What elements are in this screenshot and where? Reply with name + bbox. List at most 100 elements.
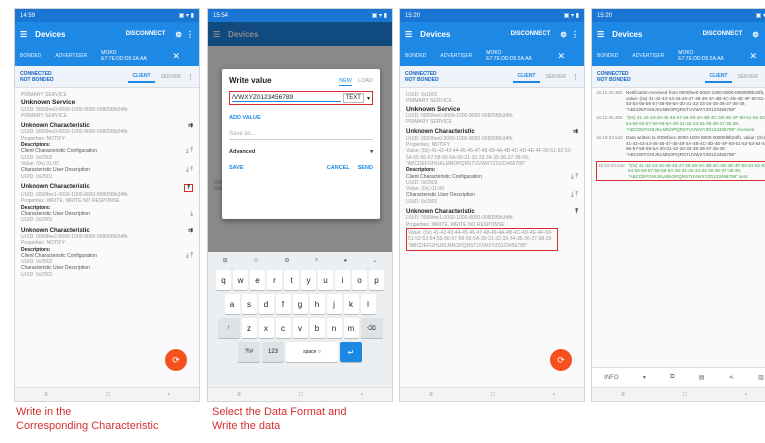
tab-client[interactable]: CLIENT [128,71,155,83]
more-icon[interactable]: ⋮ [187,73,194,81]
download-icon[interactable]: ⤓ [190,211,193,217]
menu-nav-icon[interactable]: ≡ [429,392,433,398]
key-u[interactable]: u [318,270,333,290]
key-c[interactable]: c [275,318,291,338]
notify-icon[interactable]: ⇉ [188,123,193,129]
key-v[interactable]: v [292,318,308,338]
home-icon[interactable]: □ [491,392,495,398]
download-icon[interactable]: ⤓ ⤒ [571,192,578,198]
scan-fab[interactable]: ⟳ [165,349,187,371]
key-l[interactable]: l [360,294,376,314]
characteristic-write[interactable]: Unknown Characteristic ⤒ [21,183,193,193]
menu-icon[interactable]: ☰ [597,30,604,39]
add-value-button[interactable]: ADD VALUE [229,115,373,121]
mic-icon[interactable]: ● [343,258,347,264]
close-icon[interactable]: ✕ [749,51,757,62]
search-icon[interactable]: ⌕ [315,257,318,264]
tab-device[interactable]: MOKO E7:7E:DD:D5:2A:AA [678,50,738,62]
disconnect-button[interactable]: DISCONNECT [126,31,166,37]
key-q[interactable]: q [216,270,231,290]
tab-bonded[interactable]: BONDED [405,53,426,59]
save-as-input[interactable]: Save as... [229,131,373,140]
key-b[interactable]: b [309,318,325,338]
download-icon[interactable]: ⤓ ⤒ [186,253,193,259]
key-s[interactable]: s [241,294,257,314]
more-icon[interactable]: ⋮ [571,30,579,39]
enter-key[interactable]: ↵ [340,342,362,362]
copy-icon[interactable]: ⧉ [670,374,674,381]
tab-new[interactable]: NEW [339,77,353,86]
tab-device[interactable]: MOKO E7:7E:DD:D5:2A:AA [486,50,546,62]
home-icon[interactable]: □ [299,392,303,398]
tab-client[interactable]: CLIENT [513,71,540,83]
key-n[interactable]: n [326,318,342,338]
chevron-down-icon[interactable]: ▾ [643,374,646,381]
tab-advertiser[interactable]: ADVERTISER [440,53,472,59]
emoji-icon[interactable]: ☺ [253,258,259,264]
value-input[interactable]: /VWXYZ0123456789 [232,94,341,102]
save-icon[interactable]: ▤ [699,374,705,381]
back-icon[interactable]: ‹ [361,392,363,398]
key-t[interactable]: t [284,270,299,290]
key-g[interactable]: g [292,294,308,314]
key-x[interactable]: x [258,318,274,338]
download-icon[interactable]: ⤓ ⤒ [186,148,193,154]
notify-icon[interactable]: ⇉ [188,228,193,234]
menu-icon[interactable]: ☰ [405,30,412,39]
tab-bonded[interactable]: BONDED [20,53,41,59]
bond-icon[interactable]: ⊜ [175,30,182,39]
key-k[interactable]: k [343,294,359,314]
tab-device[interactable]: MOKO E7:7E:DD:D5:2A:AA [101,50,161,62]
numbers-key[interactable]: 123 [262,342,284,362]
format-select[interactable]: TEXT [342,93,364,103]
back-icon[interactable]: ‹ [168,392,170,398]
tab-server[interactable]: SERVER [732,72,764,82]
advanced-toggle[interactable]: Advanced ▾ [229,149,373,155]
share-icon[interactable]: ⋖ [729,374,734,381]
shift-key[interactable]: ↑ [217,318,240,338]
write-upload-icon[interactable]: ⤒ [184,183,193,193]
tab-server[interactable]: SERVER [540,72,572,82]
disconnect-button[interactable]: DISCONNECT [511,31,551,37]
key-a[interactable]: a [224,294,240,314]
key-i[interactable]: i [335,270,350,290]
disconnect-button[interactable]: DISCONNECT [703,31,743,37]
send-button[interactable]: SEND [358,165,373,171]
key-d[interactable]: d [258,294,274,314]
chevron-down-icon[interactable]: ⌄ [372,257,377,264]
tab-bonded[interactable]: BONDED [597,53,618,59]
chevron-down-icon[interactable]: ▾ [367,95,370,102]
download-icon[interactable]: ⤓ ⤒ [571,174,578,180]
close-icon[interactable]: ✕ [172,51,180,62]
more-icon[interactable]: ⋮ [186,30,194,39]
key-m[interactable]: m [343,318,359,338]
menu-icon[interactable]: ☰ [20,30,27,39]
back-icon[interactable]: ‹ [553,392,555,398]
symbols-key[interactable]: ?!# [238,342,260,362]
tab-advertiser[interactable]: ADVERTISER [632,53,664,59]
key-f[interactable]: f [275,294,291,314]
key-p[interactable]: p [369,270,384,290]
download-icon[interactable]: ⤓ ⤒ [186,167,193,173]
menu-nav-icon[interactable]: ≡ [621,392,625,398]
delete-icon[interactable]: ▥ [758,374,764,381]
notify-icon[interactable]: ⇉ [573,129,578,135]
write-upload-icon[interactable]: ⤒ [575,209,578,215]
key-j[interactable]: j [326,294,342,314]
tab-advertiser[interactable]: ADVERTISER [55,53,87,59]
bond-icon[interactable]: ⊜ [752,30,759,39]
key-y[interactable]: y [301,270,316,290]
gear-icon[interactable]: ⚙ [284,257,289,264]
key-o[interactable]: o [352,270,367,290]
bond-icon[interactable]: ⊜ [560,30,567,39]
home-icon[interactable]: □ [106,392,110,398]
scan-fab[interactable]: ⟳ [550,349,572,371]
key-h[interactable]: h [309,294,325,314]
close-icon[interactable]: ✕ [557,51,565,62]
delete-key[interactable]: ⌫ [360,318,383,338]
menu-nav-icon[interactable]: ≡ [44,392,48,398]
menu-nav-icon[interactable]: ≡ [237,392,241,398]
cancel-button[interactable]: CANCEL [327,165,350,171]
tab-server[interactable]: SERVER [155,72,187,82]
home-icon[interactable]: □ [683,392,687,398]
